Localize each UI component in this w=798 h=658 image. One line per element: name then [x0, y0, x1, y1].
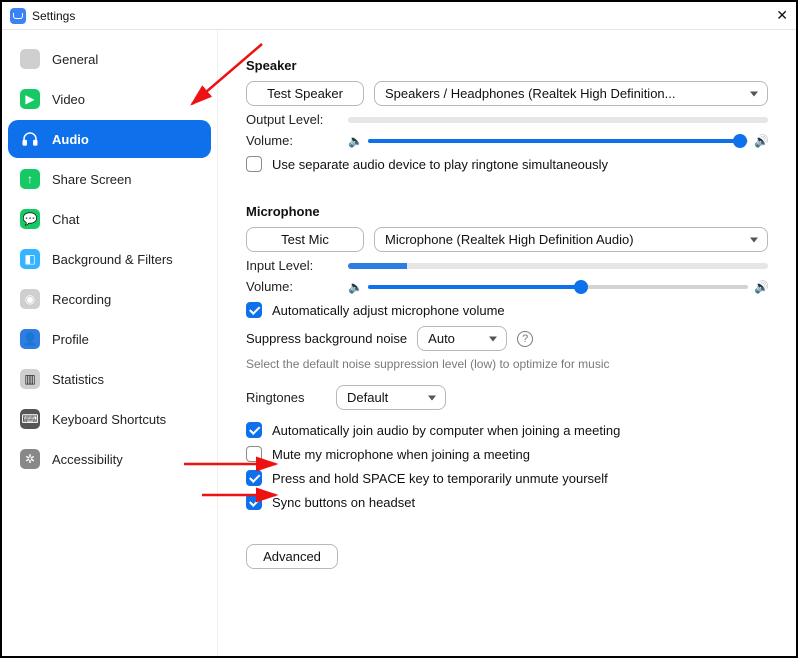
speaker-volume-label: Volume: — [246, 133, 338, 148]
speaker-volume-slider[interactable]: 🔈 🔊 — [348, 134, 768, 148]
space-unmute-label: Press and hold SPACE key to temporarily … — [272, 471, 608, 486]
sidebar-item-label: Accessibility — [52, 452, 123, 467]
window-title: Settings — [32, 9, 75, 23]
sidebar-item-statistics[interactable]: ▥ Statistics — [8, 360, 211, 398]
sidebar-item-label: Profile — [52, 332, 89, 347]
video-icon: ▶ — [20, 89, 40, 109]
sidebar-item-keyboard[interactable]: ⌨ Keyboard Shortcuts — [8, 400, 211, 438]
sync-headset-label: Sync buttons on headset — [272, 495, 415, 510]
auto-adjust-mic-label: Automatically adjust microphone volume — [272, 303, 505, 318]
sidebar-item-label: Keyboard Shortcuts — [52, 412, 166, 427]
sidebar-item-general[interactable]: General — [8, 40, 211, 78]
settings-window: Settings ✕ General ▶ Video Audio ↑ Shar — [0, 0, 798, 658]
app-icon — [10, 8, 26, 24]
sidebar-item-recording[interactable]: ◉ Recording — [8, 280, 211, 318]
sidebar-item-accessibility[interactable]: ✲ Accessibility — [8, 440, 211, 478]
mic-volume-slider[interactable]: 🔈 🔊 — [348, 280, 768, 294]
volume-low-icon: 🔈 — [348, 280, 362, 294]
sidebar: General ▶ Video Audio ↑ Share Screen 💬 C… — [2, 30, 218, 656]
suppress-noise-select[interactable]: Auto — [417, 326, 507, 351]
keyboard-icon: ⌨ — [20, 409, 40, 429]
noise-help-text: Select the default noise suppression lev… — [246, 357, 768, 371]
gear-icon — [20, 49, 40, 69]
suppress-noise-label: Suppress background noise — [246, 331, 407, 346]
auto-join-audio-label: Automatically join audio by computer whe… — [272, 423, 620, 438]
sidebar-item-label: Recording — [52, 292, 111, 307]
auto-adjust-mic-checkbox[interactable] — [246, 302, 262, 318]
test-speaker-button[interactable]: Test Speaker — [246, 81, 364, 106]
ringtones-label: Ringtones — [246, 390, 326, 405]
profile-icon: 👤 — [20, 329, 40, 349]
mic-volume-label: Volume: — [246, 279, 338, 294]
speaker-heading: Speaker — [246, 58, 768, 73]
sidebar-item-chat[interactable]: 💬 Chat — [8, 200, 211, 238]
speaker-output-meter — [348, 117, 768, 123]
sidebar-item-label: Statistics — [52, 372, 104, 387]
sidebar-item-label: Audio — [52, 132, 89, 147]
titlebar: Settings ✕ — [2, 2, 796, 30]
accessibility-icon: ✲ — [20, 449, 40, 469]
space-unmute-checkbox[interactable] — [246, 470, 262, 486]
help-icon[interactable]: ? — [517, 331, 533, 347]
sidebar-item-share-screen[interactable]: ↑ Share Screen — [8, 160, 211, 198]
content-pane: Speaker Test Speaker Speakers / Headphon… — [218, 30, 796, 656]
headphones-icon — [20, 129, 40, 149]
volume-high-icon: 🔊 — [754, 280, 768, 294]
share-screen-icon: ↑ — [20, 169, 40, 189]
separate-ringtone-label: Use separate audio device to play ringto… — [272, 157, 608, 172]
close-icon[interactable]: ✕ — [760, 7, 788, 24]
test-mic-button[interactable]: Test Mic — [246, 227, 364, 252]
input-level-label: Input Level: — [246, 258, 338, 273]
sidebar-item-label: General — [52, 52, 98, 67]
microphone-heading: Microphone — [246, 204, 768, 219]
sidebar-item-label: Chat — [52, 212, 79, 227]
separate-ringtone-checkbox[interactable] — [246, 156, 262, 172]
auto-join-audio-checkbox[interactable] — [246, 422, 262, 438]
sidebar-item-background[interactable]: ◧ Background & Filters — [8, 240, 211, 278]
record-icon: ◉ — [20, 289, 40, 309]
sidebar-item-label: Share Screen — [52, 172, 132, 187]
sidebar-item-profile[interactable]: 👤 Profile — [8, 320, 211, 358]
sidebar-item-audio[interactable]: Audio — [8, 120, 211, 158]
volume-low-icon: 🔈 — [348, 134, 362, 148]
speaker-device-select[interactable]: Speakers / Headphones (Realtek High Defi… — [374, 81, 768, 106]
stats-icon: ▥ — [20, 369, 40, 389]
sidebar-item-label: Background & Filters — [52, 252, 173, 267]
background-icon: ◧ — [20, 249, 40, 269]
chat-icon: 💬 — [20, 209, 40, 229]
sidebar-item-label: Video — [52, 92, 85, 107]
volume-high-icon: 🔊 — [754, 134, 768, 148]
ringtones-select[interactable]: Default — [336, 385, 446, 410]
output-level-label: Output Level: — [246, 112, 338, 127]
sync-headset-checkbox[interactable] — [246, 494, 262, 510]
mic-input-meter — [348, 263, 768, 269]
mute-on-join-label: Mute my microphone when joining a meetin… — [272, 447, 530, 462]
sidebar-item-video[interactable]: ▶ Video — [8, 80, 211, 118]
mute-on-join-checkbox[interactable] — [246, 446, 262, 462]
advanced-button[interactable]: Advanced — [246, 544, 338, 569]
mic-device-select[interactable]: Microphone (Realtek High Definition Audi… — [374, 227, 768, 252]
